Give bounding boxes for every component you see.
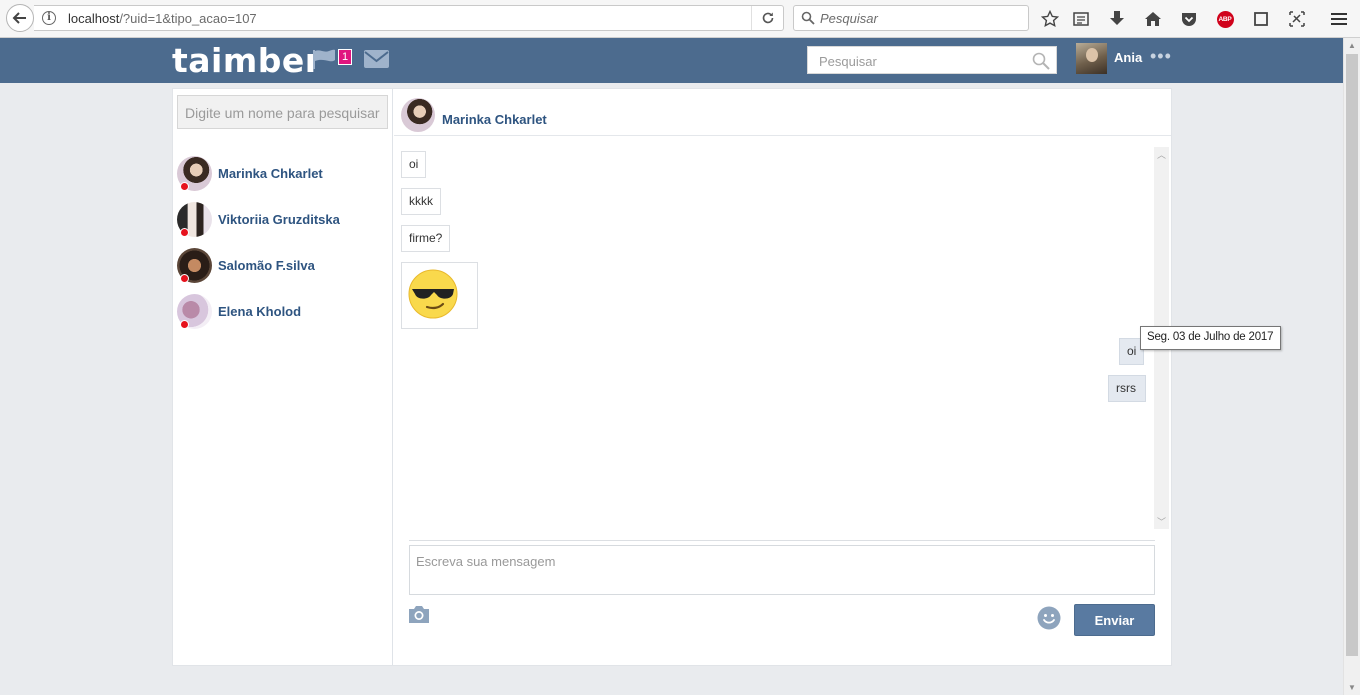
site-header: taimber 1 Pesquisar Ania ••• <box>0 38 1343 83</box>
site-info-icon[interactable]: i <box>42 11 56 25</box>
notification-flag-icon[interactable] <box>312 49 338 69</box>
site-logo[interactable]: taimber <box>172 41 322 80</box>
chat-card: Digite um nome para pesquisar Marinka Ch… <box>172 88 1172 666</box>
emoji-picker-icon[interactable] <box>1037 606 1061 630</box>
reading-list-icon[interactable] <box>1071 9 1091 29</box>
scroll-down-chevron-icon[interactable]: ﹀ <box>1157 515 1166 528</box>
adblock-icon[interactable]: ABP <box>1215 9 1235 29</box>
chat-contact-name[interactable]: Marinka Chkarlet <box>442 112 547 127</box>
message-timestamp-tooltip: Seg. 03 de Julho de 2017 <box>1140 326 1281 350</box>
contact-item[interactable]: Salomão F.silva <box>177 247 387 283</box>
search-icon[interactable] <box>1032 52 1050 70</box>
offline-status-dot <box>180 320 189 329</box>
contacts-sidebar: Digite um nome para pesquisar Marinka Ch… <box>173 89 393 665</box>
received-message: kkkk <box>401 188 441 215</box>
back-arrow-icon <box>12 12 26 24</box>
message-compose-input[interactable]: Escreva sua mensagem <box>409 545 1155 595</box>
pocket-icon[interactable] <box>1179 9 1199 29</box>
contact-name[interactable]: Viktoriia Gruzditska <box>218 212 340 227</box>
contact-item[interactable]: Elena Kholod <box>177 293 387 329</box>
back-button[interactable] <box>6 4 34 32</box>
sent-message: rsrs <box>1108 375 1146 402</box>
download-icon[interactable] <box>1107 9 1127 29</box>
hamburger-menu-icon[interactable] <box>1329 9 1349 29</box>
contact-name[interactable]: Salomão F.silva <box>218 258 315 273</box>
bookmark-star-icon[interactable] <box>1040 9 1060 29</box>
address-bar[interactable]: i localhost/?uid=1&tipo_acao=107 <box>34 5 784 31</box>
page-scrollbar[interactable]: ▲ ▼ <box>1343 38 1360 695</box>
messages-mail-icon[interactable] <box>364 50 389 68</box>
notification-badge[interactable]: 1 <box>338 49 352 65</box>
more-options-icon[interactable]: ••• <box>1150 46 1172 67</box>
camera-icon[interactable] <box>407 604 431 624</box>
chat-header: Marinka Chkarlet <box>394 89 1171 136</box>
offline-status-dot <box>180 228 189 237</box>
user-avatar[interactable] <box>1076 43 1107 74</box>
scrollbar-thumb[interactable] <box>1346 54 1358 656</box>
send-button[interactable]: Enviar <box>1074 604 1155 636</box>
contact-name[interactable]: Elena Kholod <box>218 304 301 319</box>
browser-toolbar: i localhost/?uid=1&tipo_acao=107 Pesquis… <box>0 0 1360 38</box>
scroll-up-chevron-icon[interactable]: ︿ <box>1157 148 1166 161</box>
received-sticker <box>401 262 478 329</box>
contact-name[interactable]: Marinka Chkarlet <box>218 166 323 181</box>
user-name[interactable]: Ania <box>1114 50 1142 65</box>
offline-status-dot <box>180 274 189 283</box>
scroll-up-arrow-icon[interactable]: ▲ <box>1348 41 1356 50</box>
sunglasses-smiley-icon <box>408 269 458 319</box>
compose-divider <box>409 540 1155 541</box>
reload-icon <box>762 12 773 24</box>
received-message: oi <box>401 151 427 178</box>
received-message: firme? <box>401 225 451 252</box>
url-text[interactable]: localhost/?uid=1&tipo_acao=107 <box>68 11 257 26</box>
reload-button[interactable] <box>751 6 783 30</box>
offline-status-dot <box>180 182 189 191</box>
browser-search-input[interactable]: Pesquisar <box>793 5 1029 31</box>
message-list: oi kkkk firme? oi rsrs <box>394 145 1154 530</box>
contact-item[interactable]: Viktoriia Gruzditska <box>177 201 387 237</box>
header-search-input[interactable]: Pesquisar <box>807 46 1057 74</box>
home-icon[interactable] <box>1143 9 1163 29</box>
contact-item[interactable]: Marinka Chkarlet <box>177 155 387 191</box>
scroll-down-arrow-icon[interactable]: ▼ <box>1348 683 1356 692</box>
window-icon[interactable] <box>1251 9 1271 29</box>
screenshot-icon[interactable] <box>1287 9 1307 29</box>
chat-contact-avatar[interactable] <box>401 98 435 132</box>
contact-search-input[interactable]: Digite um nome para pesquisar <box>177 95 388 129</box>
search-icon <box>801 11 815 25</box>
